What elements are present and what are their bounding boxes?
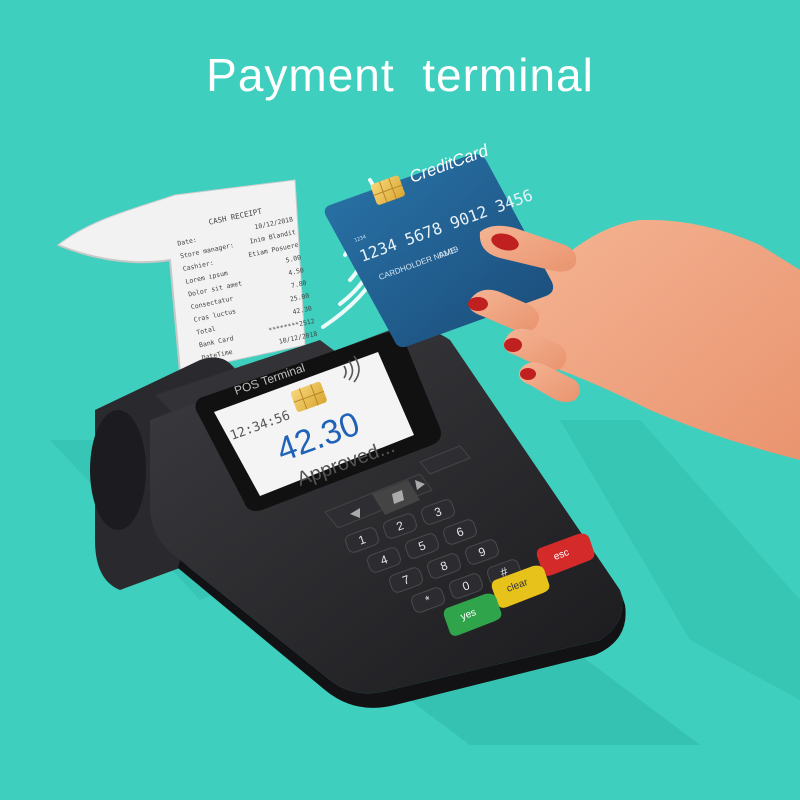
illustration-stage: Payment terminal CASH RECEIPT Date: 10/1… — [0, 0, 800, 800]
payment-terminal-illustration: CASH RECEIPT Date:10/12/2018Store manage… — [50, 141, 800, 745]
receipt: CASH RECEIPT Date:10/12/2018Store manage… — [57, 179, 318, 376]
